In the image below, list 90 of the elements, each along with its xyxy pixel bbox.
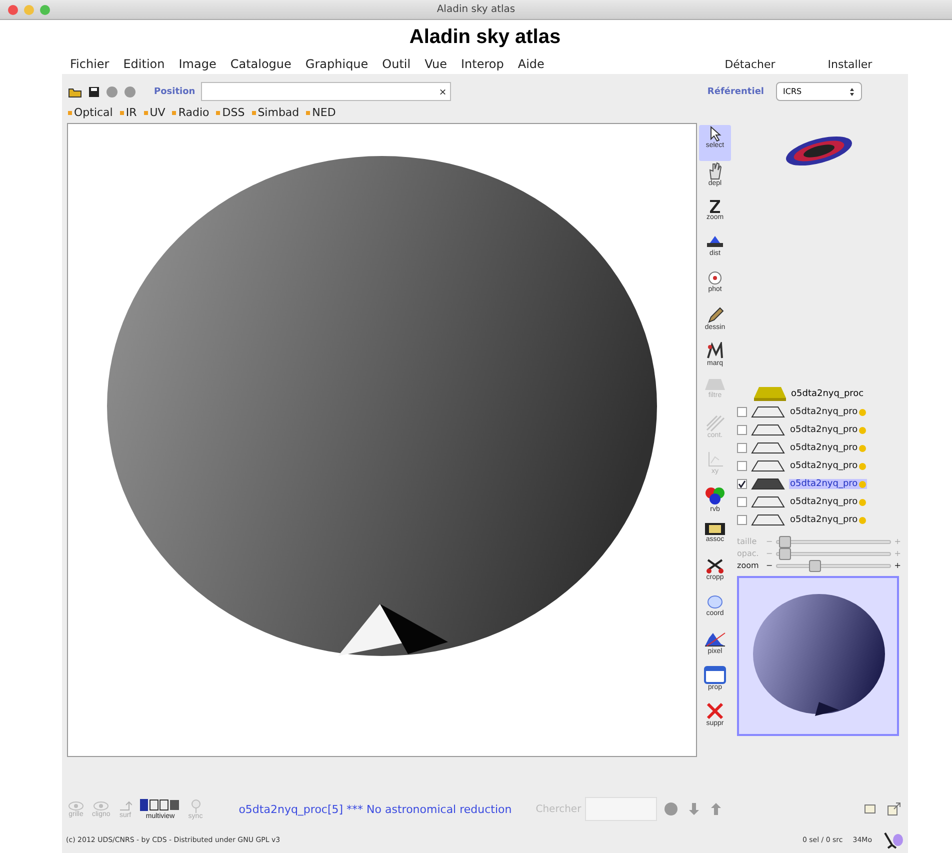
minus-label: − <box>766 537 773 546</box>
position-field[interactable]: × <box>201 82 452 101</box>
pin-icon <box>190 798 202 812</box>
app-title: Aladin sky atlas <box>409 26 561 49</box>
eye-icon <box>93 800 110 810</box>
window-icon <box>704 666 726 684</box>
menu-item[interactable]: Edition <box>123 57 165 71</box>
plane-checkbox[interactable] <box>737 515 747 525</box>
circle-icon[interactable] <box>124 86 136 98</box>
plane-checkbox[interactable] <box>737 461 747 471</box>
scissors-icon <box>705 558 725 574</box>
image-plane-icon <box>750 477 786 491</box>
slider-label: opac. <box>737 549 760 558</box>
folder-icon[interactable] <box>68 86 82 98</box>
plus-label: + <box>894 561 901 570</box>
histogram-icon <box>703 630 727 648</box>
menu-item[interactable]: Image <box>178 57 216 71</box>
folder-icon <box>753 386 787 402</box>
plane-name[interactable]: o5dta2nyq_pro <box>789 461 867 471</box>
image-plane-icon <box>750 459 786 473</box>
plus-label: + <box>894 549 901 558</box>
server-link[interactable]: NED <box>306 106 336 119</box>
menu-item[interactable]: Interop <box>461 57 504 71</box>
minus-label: − <box>766 549 773 558</box>
minus-label: − <box>766 561 773 570</box>
menu-item[interactable]: Graphique <box>305 57 368 71</box>
slider-label: zoom <box>737 561 760 570</box>
close-window-button[interactable] <box>8 5 18 15</box>
status-message: o5dta2nyq_proc[5] *** No astronomical reduction <box>238 802 512 816</box>
delete-icon <box>706 702 724 720</box>
server-link[interactable]: Radio <box>172 106 210 119</box>
server-link[interactable]: DSS <box>216 106 245 119</box>
menu-item[interactable]: Outil <box>382 57 411 71</box>
updown-arrows-icon <box>849 86 856 96</box>
contour-icon <box>705 414 725 432</box>
frame-label: Référentiel <box>707 86 764 96</box>
plane-name[interactable]: o5dta2nyq_pro <box>789 497 867 507</box>
menu-item[interactable]: Aide <box>518 57 544 71</box>
plane-checkbox[interactable] <box>737 407 747 417</box>
plot-icon <box>706 450 724 468</box>
film-icon <box>704 522 726 536</box>
frame-select[interactable]: ICRS <box>776 82 862 101</box>
grid-icon <box>140 798 180 812</box>
menu-item[interactable]: Fichier <box>70 57 110 71</box>
menu-item[interactable]: Détacher <box>700 58 800 70</box>
image-plane-icon <box>750 405 786 419</box>
tag-icon <box>706 342 724 360</box>
color-circles-icon <box>704 486 726 506</box>
hand-icon <box>707 162 723 180</box>
menu-item[interactable]: Vue <box>424 57 447 71</box>
clear-button[interactable]: × <box>439 84 446 98</box>
server-link[interactable]: Optical <box>68 106 113 119</box>
search-field[interactable] <box>585 797 658 821</box>
slider-label: taille <box>737 537 758 546</box>
plane-name[interactable]: o5dta2nyq_pro <box>789 479 867 489</box>
zoom-window-button[interactable] <box>40 5 50 15</box>
zoom-icon <box>708 198 722 214</box>
server-link[interactable]: UV <box>144 106 166 119</box>
plane-checkbox[interactable] <box>737 479 747 489</box>
server-link[interactable]: IR <box>120 106 137 119</box>
menu-item[interactable]: Catalogue <box>230 57 292 71</box>
filter-icon <box>704 378 726 392</box>
antenna-icon <box>882 831 904 849</box>
plane-checkbox[interactable] <box>737 443 747 453</box>
plus-label: + <box>894 537 901 546</box>
image-plane-icon <box>750 495 786 509</box>
plane-name[interactable]: o5dta2nyq_pro <box>789 443 867 453</box>
plane-name[interactable]: o5dta2nyq_pro <box>789 407 867 417</box>
plane-name[interactable]: o5dta2nyq_pro <box>789 425 867 435</box>
plane-name[interactable]: o5dta2nyq_pro <box>789 515 867 525</box>
slider-thumb[interactable] <box>808 560 821 572</box>
pencil-icon <box>706 306 724 324</box>
image-plane-icon <box>750 441 786 455</box>
eye-icon <box>68 800 84 810</box>
target-icon <box>707 270 723 286</box>
image-plane-icon <box>750 513 786 527</box>
ruler-icon <box>705 234 725 250</box>
menu-item[interactable]: Installer <box>800 58 900 70</box>
image-plane-icon <box>750 423 786 437</box>
window-title: Aladin sky atlas <box>436 4 516 15</box>
cursor-icon <box>708 126 722 142</box>
folder-name[interactable]: o5dta2nyq_proc <box>791 389 864 399</box>
plane-checkbox[interactable] <box>737 425 747 435</box>
plane-checkbox[interactable] <box>737 497 747 507</box>
arrow-icon <box>118 800 132 812</box>
globe-icon <box>706 594 724 610</box>
server-link[interactable]: Simbad <box>252 106 300 119</box>
position-label: Position <box>154 86 196 96</box>
save-icon[interactable] <box>88 86 100 98</box>
circle-icon[interactable] <box>106 86 118 98</box>
